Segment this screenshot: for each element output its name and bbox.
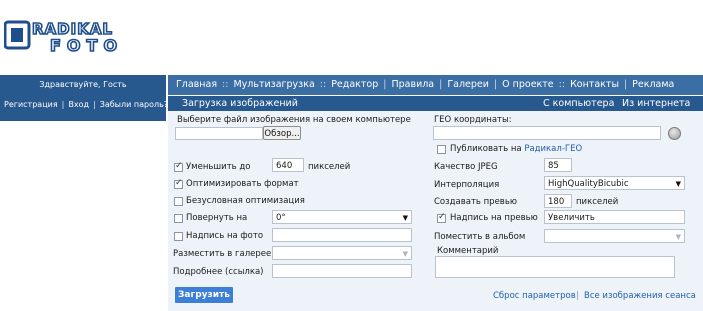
caption-label: Надпись на фото <box>186 231 264 241</box>
jpeg-quality-input[interactable]: 85 <box>544 158 572 172</box>
preview-caption-checkbox[interactable] <box>437 212 446 223</box>
nav-separator: | <box>439 79 443 90</box>
section-title: Загрузка изображений <box>182 98 298 109</box>
publish-label: Публиковать на Радикал-ГЕО <box>450 144 582 154</box>
nav-separator: | <box>623 79 628 90</box>
upload-button[interactable]: Загрузить <box>175 287 233 303</box>
radikal-foto-logo[interactable]: RADIKAL FOTO <box>4 19 168 53</box>
register-link[interactable]: Регистрация <box>4 100 58 109</box>
preview-size-input[interactable]: 180 <box>544 194 572 208</box>
reduce-unit: пикселей <box>308 162 351 172</box>
nav-item-editor[interactable]: Редактор <box>331 79 378 90</box>
caption-checkbox[interactable] <box>174 232 183 241</box>
details-label: Подробнее (ссылка) <box>173 267 264 277</box>
album-select[interactable]: ▼ <box>544 229 685 243</box>
tab-from-internet[interactable]: Из интернета <box>622 98 690 109</box>
nav-separator: :: <box>222 79 229 90</box>
nav-item-galleries[interactable]: Галереи <box>447 79 489 90</box>
interpolation-select[interactable]: HighQualityBicubic ▼ <box>544 176 685 190</box>
separator: | <box>93 100 96 109</box>
nav-item-multiupload[interactable]: Мультизагрузка <box>233 79 314 90</box>
greeting: Здравствуйте, Гость <box>39 80 127 89</box>
comment-label: Комментарий <box>437 246 499 256</box>
browse-button[interactable]: Обзор... <box>263 126 301 140</box>
logo-text-bottom: FOTO <box>50 36 123 53</box>
globe-icon[interactable] <box>668 127 681 140</box>
details-input[interactable] <box>272 264 412 278</box>
reduce-label: Уменьшить до <box>186 162 251 172</box>
unconditional-checkbox[interactable] <box>174 197 183 206</box>
nav-item-about[interactable]: О проекте <box>502 79 554 90</box>
interpolation-select-value: HighQualityBicubic <box>548 179 629 189</box>
preview-unit: пикселей <box>576 197 619 207</box>
jpeg-quality-label: Качество JPEG <box>434 162 498 172</box>
separator: | <box>61 100 65 109</box>
publish-label-text: Публиковать на <box>450 144 522 154</box>
comment-textarea[interactable] <box>435 256 675 278</box>
album-label: Поместить в альбом <box>434 232 526 242</box>
geo-input[interactable] <box>433 126 661 140</box>
rotate-label: Повернуть на <box>186 213 248 223</box>
footer-separator: | <box>576 291 579 301</box>
preview-caption-label: Надпись на превью <box>450 213 538 223</box>
forgot-password-link[interactable]: Забыли пароль? <box>100 100 168 109</box>
chevron-down-icon: ▼ <box>402 214 408 222</box>
caption-input[interactable] <box>272 228 412 242</box>
session-images-link[interactable]: Все изображения сеанса <box>584 291 696 301</box>
radikal-geo-link[interactable]: Радикал-ГЕО <box>524 144 582 154</box>
file-label: Выберите файл изображения на своем компь… <box>177 115 411 125</box>
rotate-select-value: 0° <box>276 213 286 223</box>
interpolation-label: Интерполяция <box>434 180 500 190</box>
gallery-label: Разместить в галерее <box>173 249 272 259</box>
auth-links: Регистрация | Вход | Забыли пароль? <box>4 100 168 109</box>
tab-from-computer[interactable]: С компьютера <box>543 98 614 109</box>
nav-separator: :: <box>319 79 327 90</box>
rotate-select[interactable]: 0° ▼ <box>272 210 412 224</box>
nav-separator: :: <box>558 79 566 90</box>
preview-label: Создавать превью <box>434 197 517 207</box>
optimize-label: Оптимизировать формат <box>186 179 299 189</box>
nav-item-home[interactable]: Главная <box>176 79 217 90</box>
gallery-select[interactable]: ▼ <box>272 246 412 260</box>
login-link[interactable]: Вход <box>68 100 89 109</box>
preview-caption-input[interactable]: Увеличить <box>544 210 685 224</box>
nav-separator: | <box>493 79 498 90</box>
rotate-checkbox[interactable] <box>174 214 183 223</box>
chevron-down-icon: ▼ <box>675 180 681 188</box>
nav-separator: | <box>383 79 387 90</box>
chevron-down-icon: ▼ <box>675 233 681 241</box>
nav-item-rules[interactable]: Правила <box>391 79 434 90</box>
optimize-checkbox[interactable] <box>174 178 183 189</box>
geo-label: ГЕО координаты: <box>434 115 512 125</box>
publish-checkbox[interactable] <box>437 145 446 154</box>
nav-items: Главная:: Мультизагрузка:: Редактор | Правил… <box>176 79 674 90</box>
unconditional-label: Безусловная оптимизация <box>186 196 305 206</box>
file-path-field[interactable] <box>175 127 263 140</box>
reduce-size-input[interactable]: 640 <box>272 158 304 172</box>
chevron-down-icon: ▼ <box>402 250 408 258</box>
reduce-checkbox[interactable] <box>174 161 183 172</box>
nav-item-contacts[interactable]: Контакты <box>570 79 619 90</box>
nav-item-ads[interactable]: Реклама <box>632 79 674 90</box>
reset-link[interactable]: Сброс параметров <box>493 291 576 301</box>
